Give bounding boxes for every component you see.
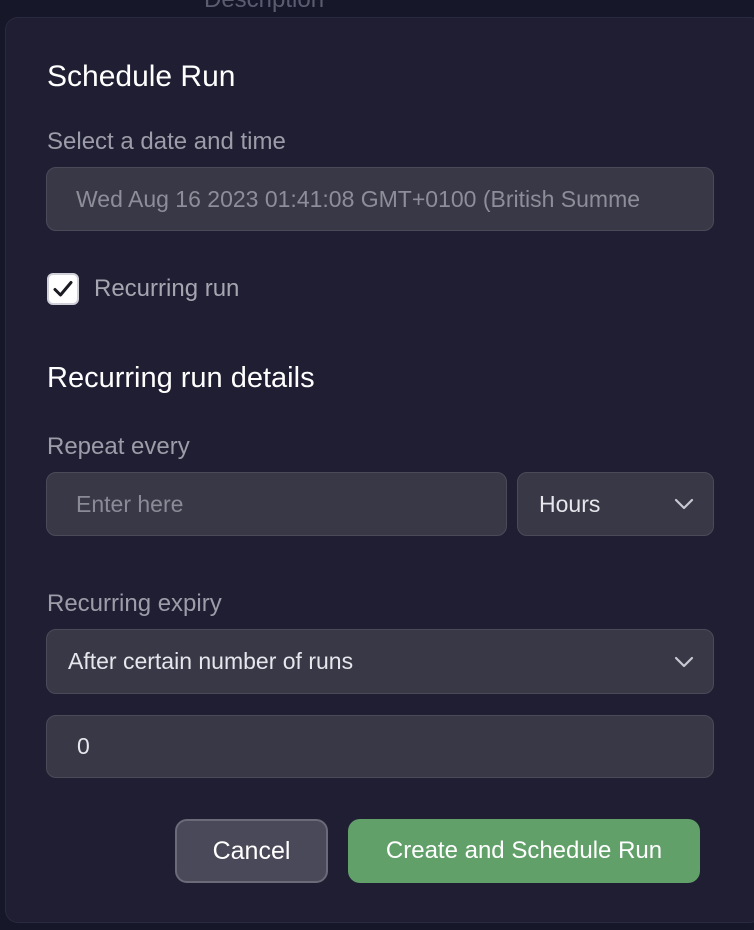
- datetime-value: Wed Aug 16 2023 01:41:08 GMT+0100 (Briti…: [76, 185, 641, 212]
- recurring-details-title: Recurring run details: [47, 362, 315, 394]
- chevron-down-icon: [673, 493, 695, 515]
- repeat-every-input[interactable]: Enter here: [46, 472, 507, 536]
- recurring-expiry-label: Recurring expiry: [47, 590, 222, 617]
- modal-title: Schedule Run: [47, 60, 236, 93]
- chevron-down-icon: [673, 651, 695, 673]
- schedule-run-modal: Schedule Run Select a date and time Wed …: [6, 18, 754, 922]
- checkmark-icon: [53, 281, 73, 297]
- background-heading: Description: [204, 0, 324, 14]
- datetime-label: Select a date and time: [47, 128, 286, 155]
- expiry-runs-input[interactable]: 0: [46, 715, 714, 778]
- recurring-expiry-select[interactable]: After certain number of runs: [46, 629, 714, 694]
- repeat-unit-select[interactable]: Hours: [517, 472, 714, 536]
- recurring-run-checkbox[interactable]: [47, 273, 79, 305]
- repeat-every-placeholder: Enter here: [76, 490, 184, 517]
- recurring-run-label: Recurring run: [94, 275, 240, 302]
- create-and-schedule-run-button[interactable]: Create and Schedule Run: [348, 819, 700, 883]
- repeat-every-label: Repeat every: [47, 433, 190, 460]
- cancel-button[interactable]: Cancel: [175, 819, 328, 883]
- expiry-runs-value: 0: [77, 733, 90, 759]
- repeat-unit-value: Hours: [539, 490, 601, 517]
- recurring-expiry-value: After certain number of runs: [68, 648, 354, 674]
- datetime-field[interactable]: Wed Aug 16 2023 01:41:08 GMT+0100 (Briti…: [46, 167, 714, 231]
